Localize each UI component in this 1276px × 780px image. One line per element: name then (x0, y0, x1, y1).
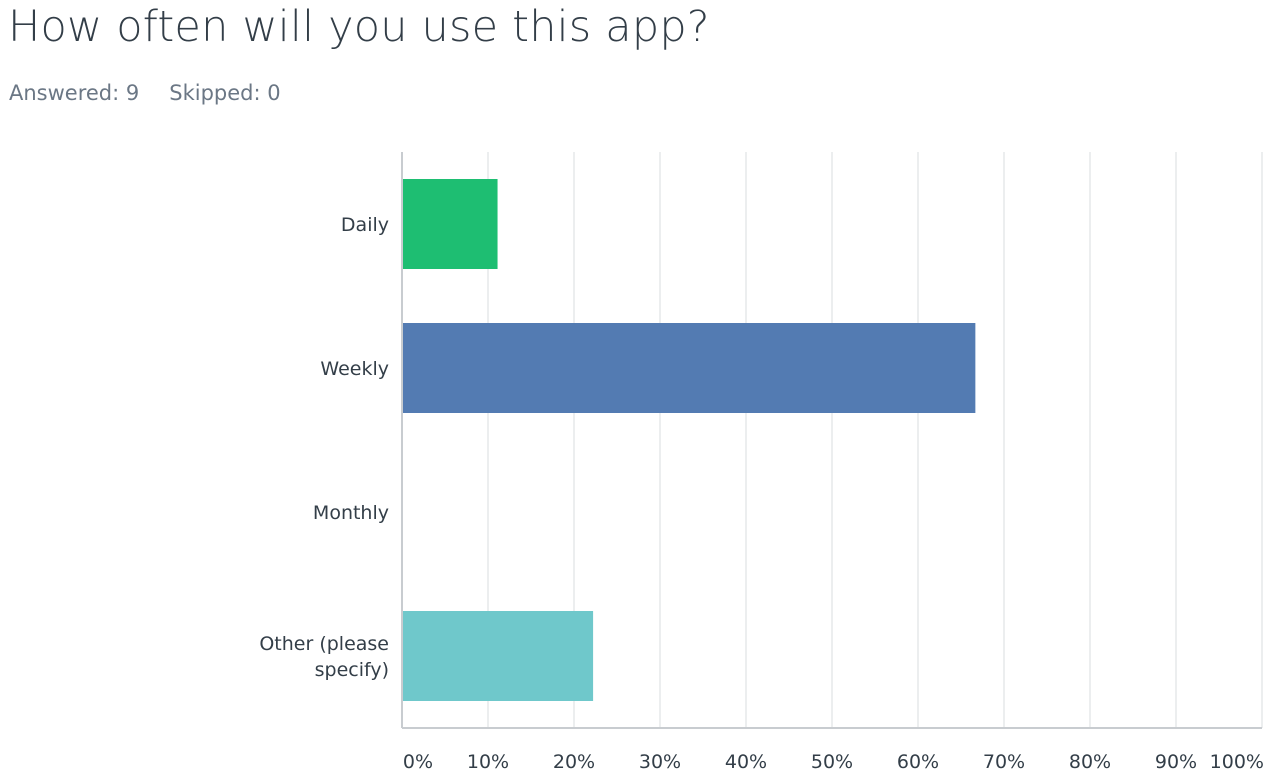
x-tick-label: 10% (467, 751, 509, 773)
x-tick-label: 100% (1210, 751, 1264, 773)
bar[interactable] (402, 611, 594, 701)
category-label: Monthly (313, 502, 389, 524)
bar[interactable] (402, 179, 498, 269)
x-tick-label: 30% (639, 751, 681, 773)
category-label: Daily (341, 214, 389, 236)
x-tick-label: 70% (983, 751, 1025, 773)
x-tick-label: 80% (1069, 751, 1111, 773)
x-tick-label: 90% (1155, 751, 1197, 773)
bar-chart: 0% 10% 20% 30% 40% 50% 60% 70% 80% 90% 100% Daily We… (259, 152, 1264, 773)
category-label: specify) (315, 659, 389, 681)
x-tick-label: 60% (897, 751, 939, 773)
x-tick-label: 20% (553, 751, 595, 773)
category-label: Other (please (259, 633, 389, 655)
x-tick-label: 40% (725, 751, 767, 773)
x-tick-label: 0% (403, 751, 433, 773)
x-tick-label: 50% (811, 751, 853, 773)
category-label: Weekly (320, 358, 389, 380)
gridlines (487, 152, 1263, 728)
bar[interactable] (402, 323, 976, 413)
